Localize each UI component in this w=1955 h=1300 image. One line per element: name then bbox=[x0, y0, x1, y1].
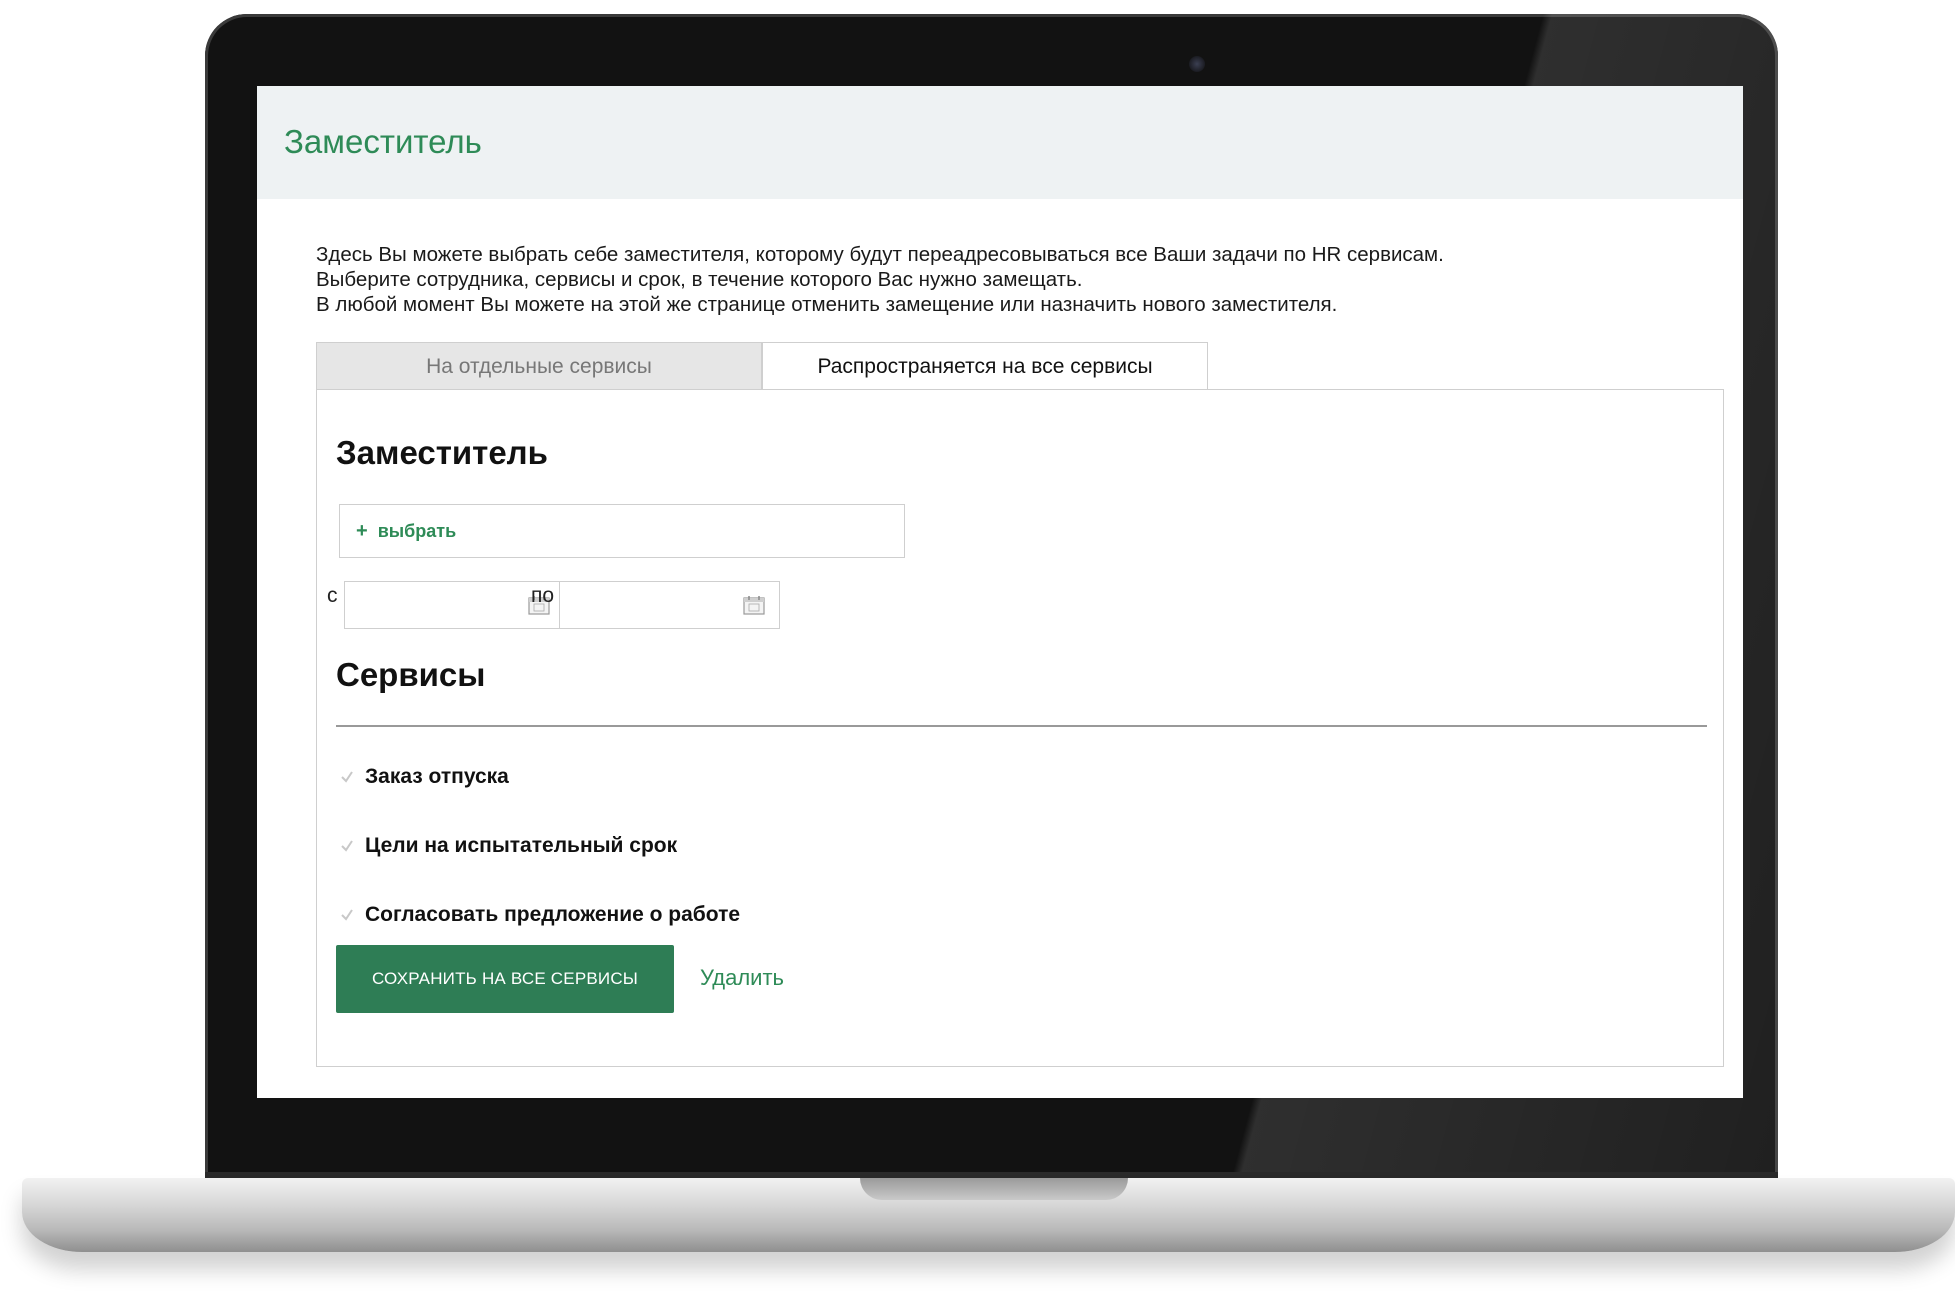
checkmark-icon[interactable] bbox=[336, 904, 358, 926]
date-to-label: по bbox=[531, 584, 555, 607]
deputy-heading: Заместитель bbox=[336, 434, 548, 471]
laptop-notch bbox=[860, 1178, 1128, 1200]
screen: Заместитель Здесь Вы можете выбрать себе… bbox=[257, 86, 1743, 1098]
intro-text: Здесь Вы можете выбрать себе заместителя… bbox=[316, 242, 1616, 317]
service-label: Заказ отпуска bbox=[365, 765, 509, 788]
tab-individual-services[interactable]: На отдельные сервисы bbox=[316, 342, 762, 389]
date-to-input[interactable] bbox=[566, 582, 740, 628]
intro-line: В любой момент Вы можете на этой же стра… bbox=[316, 293, 1338, 316]
service-label: Согласовать предложение о работе bbox=[365, 903, 741, 926]
service-label: Цели на испытательный срок bbox=[365, 834, 678, 857]
camera-icon bbox=[1189, 56, 1205, 72]
page-title: Заместитель bbox=[284, 123, 482, 160]
date-to-field[interactable] bbox=[559, 581, 780, 629]
service-item[interactable]: Заказ отпуска bbox=[336, 762, 509, 792]
tab-all-services[interactable]: Распространяется на все сервисы bbox=[762, 342, 1208, 390]
delete-link[interactable]: Удалить bbox=[700, 965, 784, 991]
date-from-input[interactable] bbox=[351, 582, 525, 628]
checkmark-icon[interactable] bbox=[336, 766, 358, 788]
calendar-icon[interactable] bbox=[743, 595, 765, 615]
plus-icon: + bbox=[356, 519, 368, 542]
divider bbox=[336, 725, 1707, 727]
date-from-label: с bbox=[327, 584, 338, 607]
checkmark-icon[interactable] bbox=[336, 835, 358, 857]
intro-line: Выберите сотрудника, сервисы и срок, в т… bbox=[316, 268, 1083, 291]
service-item[interactable]: Цели на испытательный срок bbox=[336, 831, 677, 861]
service-item[interactable]: Согласовать предложение о работе bbox=[336, 900, 740, 930]
tab-panel: Заместитель + выбрать с по Сервисы Заказ… bbox=[316, 389, 1724, 1067]
intro-line: Здесь Вы можете выбрать себе заместителя… bbox=[316, 243, 1444, 266]
select-deputy-field[interactable]: + выбрать bbox=[339, 504, 905, 558]
select-deputy-label: выбрать bbox=[377, 520, 457, 541]
services-heading: Сервисы bbox=[336, 656, 486, 693]
page-header: Заместитель bbox=[257, 86, 1743, 199]
save-all-services-button[interactable]: СОХРАНИТЬ НА ВСЕ СЕРВИСЫ bbox=[336, 945, 674, 1013]
